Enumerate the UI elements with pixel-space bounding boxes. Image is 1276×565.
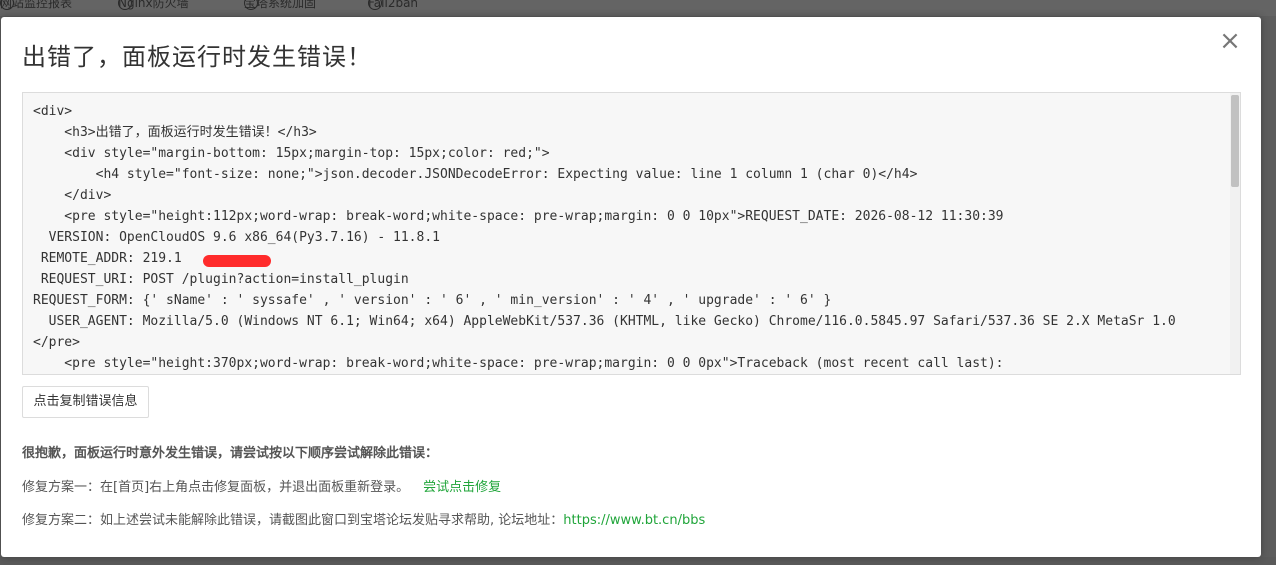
error-code-text: <div> <h3>出错了，面板运行时发生错误！</h3> <div style… (33, 104, 1176, 371)
try-repair-link[interactable]: 尝试点击修复 (423, 480, 501, 495)
background-tab-strip: 网站监控报表 Nginx防火墙 宝塔系统加固 Fail2ban (0, 0, 1276, 16)
background-page (0, 557, 1276, 565)
background-tab-hardening: 宝塔系统加固 (244, 0, 316, 10)
dialog-title: 出错了，面板运行时发生错误！ (22, 43, 372, 71)
copy-error-button[interactable]: 点击复制错误信息 (22, 386, 149, 418)
help-heading: 很抱歉，面板运行时意外发生错误，请尝试按以下顺序尝试解除此错误： (22, 446, 439, 461)
error-code-box[interactable]: <div> <h3>出错了，面板运行时发生错误！</h3> <div style… (22, 92, 1241, 375)
fix-option-2-text: 修复方案二：如上述尝试未能解除此错误，请截图此窗口到宝塔论坛发贴寻求帮助, 论坛… (22, 513, 564, 528)
scrollbar-thumb[interactable] (1231, 95, 1239, 187)
fix-option-2: 修复方案二：如上述尝试未能解除此错误，请截图此窗口到宝塔论坛发贴寻求帮助, 论坛… (22, 509, 705, 528)
fix-option-1: 修复方案一：在[首页]右上角点击修复面板，并退出面板重新登录。 尝试点击修复 (22, 476, 501, 495)
redaction-mark (203, 255, 271, 267)
background-tab-monitor: 网站监控报表 (0, 0, 72, 10)
error-dialog: 出错了，面板运行时发生错误！ × <div> <h3>出错了，面板运行时发生错误… (1, 17, 1261, 557)
background-tab-nginx: Nginx防火墙 (118, 0, 189, 10)
fix-option-1-text: 修复方案一：在[首页]右上角点击修复面板，并退出面板重新登录。 (22, 480, 410, 495)
background-tab-fail2ban: Fail2ban (368, 0, 418, 10)
forum-link[interactable]: https://www.bt.cn/bbs (563, 513, 705, 528)
close-icon[interactable]: × (1219, 28, 1241, 54)
scrollbar[interactable] (1230, 93, 1240, 374)
